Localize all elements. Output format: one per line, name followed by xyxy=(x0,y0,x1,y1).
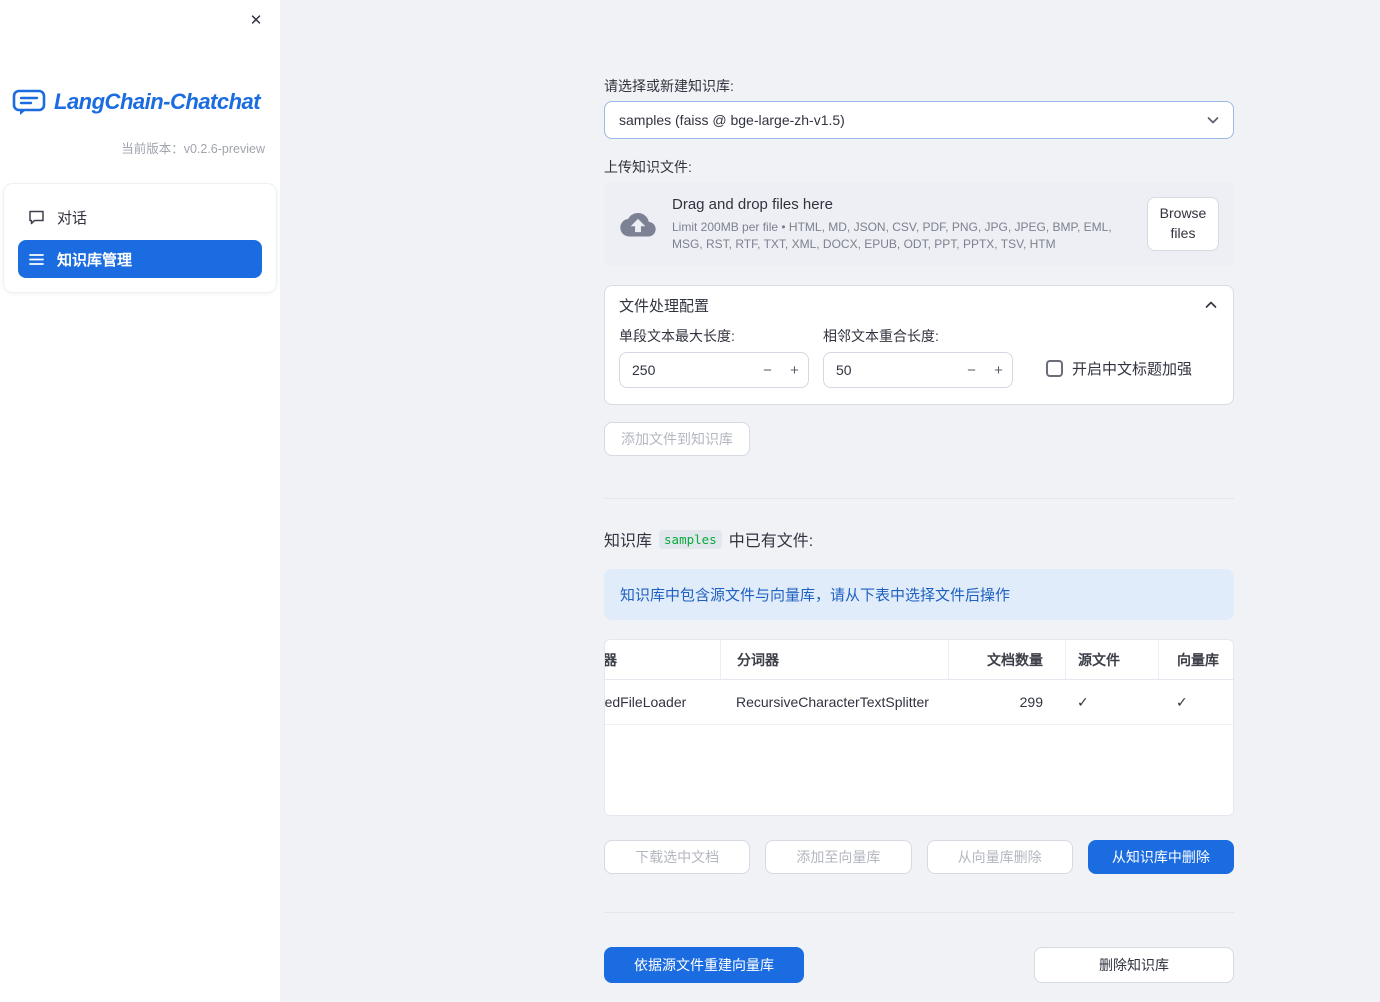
chevron-down-icon xyxy=(1205,112,1221,128)
minus-icon[interactable]: − xyxy=(754,362,781,379)
kb-files-line: 知识库 samples 中已有文件: xyxy=(604,527,1234,551)
file-action-buttons: 下载选中文档 添加至向量库 从向量库删除 从知识库中删除 xyxy=(604,840,1234,874)
config-expander-title: 文件处理配置 xyxy=(619,297,710,315)
max-length-field-group: 单段文本最大长度: − + xyxy=(619,326,809,388)
col-header-splitter[interactable]: 分词器 xyxy=(720,640,948,679)
divider xyxy=(604,498,1234,499)
sidebar-item-dialogue[interactable]: 对话 xyxy=(18,198,262,236)
sidebar-item-kb-management[interactable]: 知识库管理 xyxy=(18,240,262,278)
app-window: ✕ LangChain-Chatchat 当前版本：v0.2.6-preview xyxy=(0,0,1380,1002)
plus-icon[interactable]: + xyxy=(985,362,1012,379)
kb-files-prefix: 知识库 xyxy=(604,533,653,550)
add-files-button[interactable]: 添加文件到知识库 xyxy=(604,422,750,456)
chevron-up-icon xyxy=(1203,297,1219,313)
minus-icon[interactable]: − xyxy=(958,362,985,379)
uploader-drag-text: Drag and drop files here xyxy=(672,196,833,214)
logo-chat-icon xyxy=(12,88,46,116)
chinese-title-checkbox[interactable] xyxy=(1046,360,1063,377)
overlap-value[interactable] xyxy=(824,362,958,378)
cell-splitter: RecursiveCharacterTextSplitter xyxy=(736,694,929,710)
kb-select-label: 请选择或新建知识库: xyxy=(604,78,734,94)
plus-icon[interactable]: + xyxy=(781,362,808,379)
app-logo: LangChain-Chatchat xyxy=(0,0,280,116)
cell-source-file-check: ✓ xyxy=(1077,693,1089,710)
uploader-text-block: Drag and drop files here Limit 200MB per… xyxy=(672,196,1131,251)
col-header-doc-count[interactable]: 文档数量 xyxy=(948,640,1065,679)
cell-doc-count: 299 xyxy=(1019,694,1043,710)
upload-cloud-icon xyxy=(620,210,656,238)
max-length-label: 单段文本最大长度: xyxy=(619,328,735,344)
logo-text: LangChain-Chatchat xyxy=(54,89,261,114)
cell-loader: UnstructuredFileLoader xyxy=(605,694,687,710)
sidebar-close-icon[interactable]: ✕ xyxy=(244,8,268,32)
upload-label: 上传知识文件: xyxy=(604,159,692,175)
overlap-label: 相邻文本重合长度: xyxy=(823,328,939,344)
kb-selectbox[interactable]: samples (faiss @ bge-large-zh-v1.5) xyxy=(604,101,1234,139)
sidebar-item-label: 知识库管理 xyxy=(57,251,133,269)
sidebar-menu: 对话 知识库管理 xyxy=(3,183,277,293)
table-header-row: 文档加载器 分词器 文档数量 源文件 向量库 xyxy=(605,640,1233,680)
chinese-title-check-group: 开启中文标题加强 xyxy=(1046,358,1192,379)
col-header-loader[interactable]: 文档加载器 xyxy=(605,640,720,679)
kb-files-suffix: 中已有文件: xyxy=(728,533,814,550)
max-length-input[interactable]: − + xyxy=(619,352,809,388)
divider xyxy=(604,912,1234,913)
col-header-vector-store[interactable]: 向量库 xyxy=(1158,640,1233,679)
chat-bubble-icon xyxy=(28,209,45,226)
file-uploader-dropzone[interactable]: Drag and drop files here Limit 200MB per… xyxy=(604,182,1234,266)
uploader-limit-text: Limit 200MB per file • HTML, MD, JSON, C… xyxy=(672,220,1112,251)
config-expander-body: 单段文本最大长度: − + 相邻文本重合长度: − + xyxy=(605,324,1233,404)
sidebar: ✕ LangChain-Chatchat 当前版本：v0.2.6-preview xyxy=(0,0,280,1002)
table-row[interactable]: UnstructuredFileLoader RecursiveCharacte… xyxy=(605,680,1233,725)
overlap-field-group: 相邻文本重合长度: − + xyxy=(823,326,1013,388)
max-length-value[interactable] xyxy=(620,362,754,378)
chinese-title-checkbox-label: 开启中文标题加强 xyxy=(1072,361,1193,378)
info-banner: 知识库中包含源文件与向量库，请从下表中选择文件后操作 xyxy=(604,569,1234,620)
config-expander-header[interactable]: 文件处理配置 xyxy=(605,286,1233,324)
delete-kb-button[interactable]: 删除知识库 xyxy=(1034,947,1234,983)
overlap-input[interactable]: − + xyxy=(823,352,1013,388)
table-empty-area xyxy=(605,725,1233,815)
col-header-source-file[interactable]: 源文件 xyxy=(1065,640,1158,679)
cell-vector-store-check: ✓ xyxy=(1176,693,1188,710)
delete-from-kb-button[interactable]: 从知识库中删除 xyxy=(1087,840,1234,874)
add-to-vector-store-button[interactable]: 添加至向量库 xyxy=(765,840,912,874)
list-icon xyxy=(28,251,45,268)
main-area: 请选择或新建知识库: samples (faiss @ bge-large-zh… xyxy=(280,0,1380,1002)
browse-files-button[interactable]: Browse files xyxy=(1147,197,1219,251)
version-caption: 当前版本：v0.2.6-preview xyxy=(121,142,265,156)
kb-files-table: 文档加载器 分词器 文档数量 源文件 向量库 UnstructuredFileL… xyxy=(604,639,1234,816)
kb-name-code: samples xyxy=(659,529,722,549)
kb-selectbox-value: samples (faiss @ bge-large-zh-v1.5) xyxy=(619,112,845,128)
download-selected-button[interactable]: 下载选中文档 xyxy=(604,840,751,874)
sidebar-item-label: 对话 xyxy=(57,209,88,227)
kb-level-buttons: 依据源文件重建向量库 删除知识库 xyxy=(604,947,1234,983)
rebuild-vector-store-button[interactable]: 依据源文件重建向量库 xyxy=(604,947,804,983)
config-expander: 文件处理配置 单段文本最大长度: − + xyxy=(604,285,1234,405)
delete-from-vector-store-button[interactable]: 从向量库删除 xyxy=(926,840,1073,874)
